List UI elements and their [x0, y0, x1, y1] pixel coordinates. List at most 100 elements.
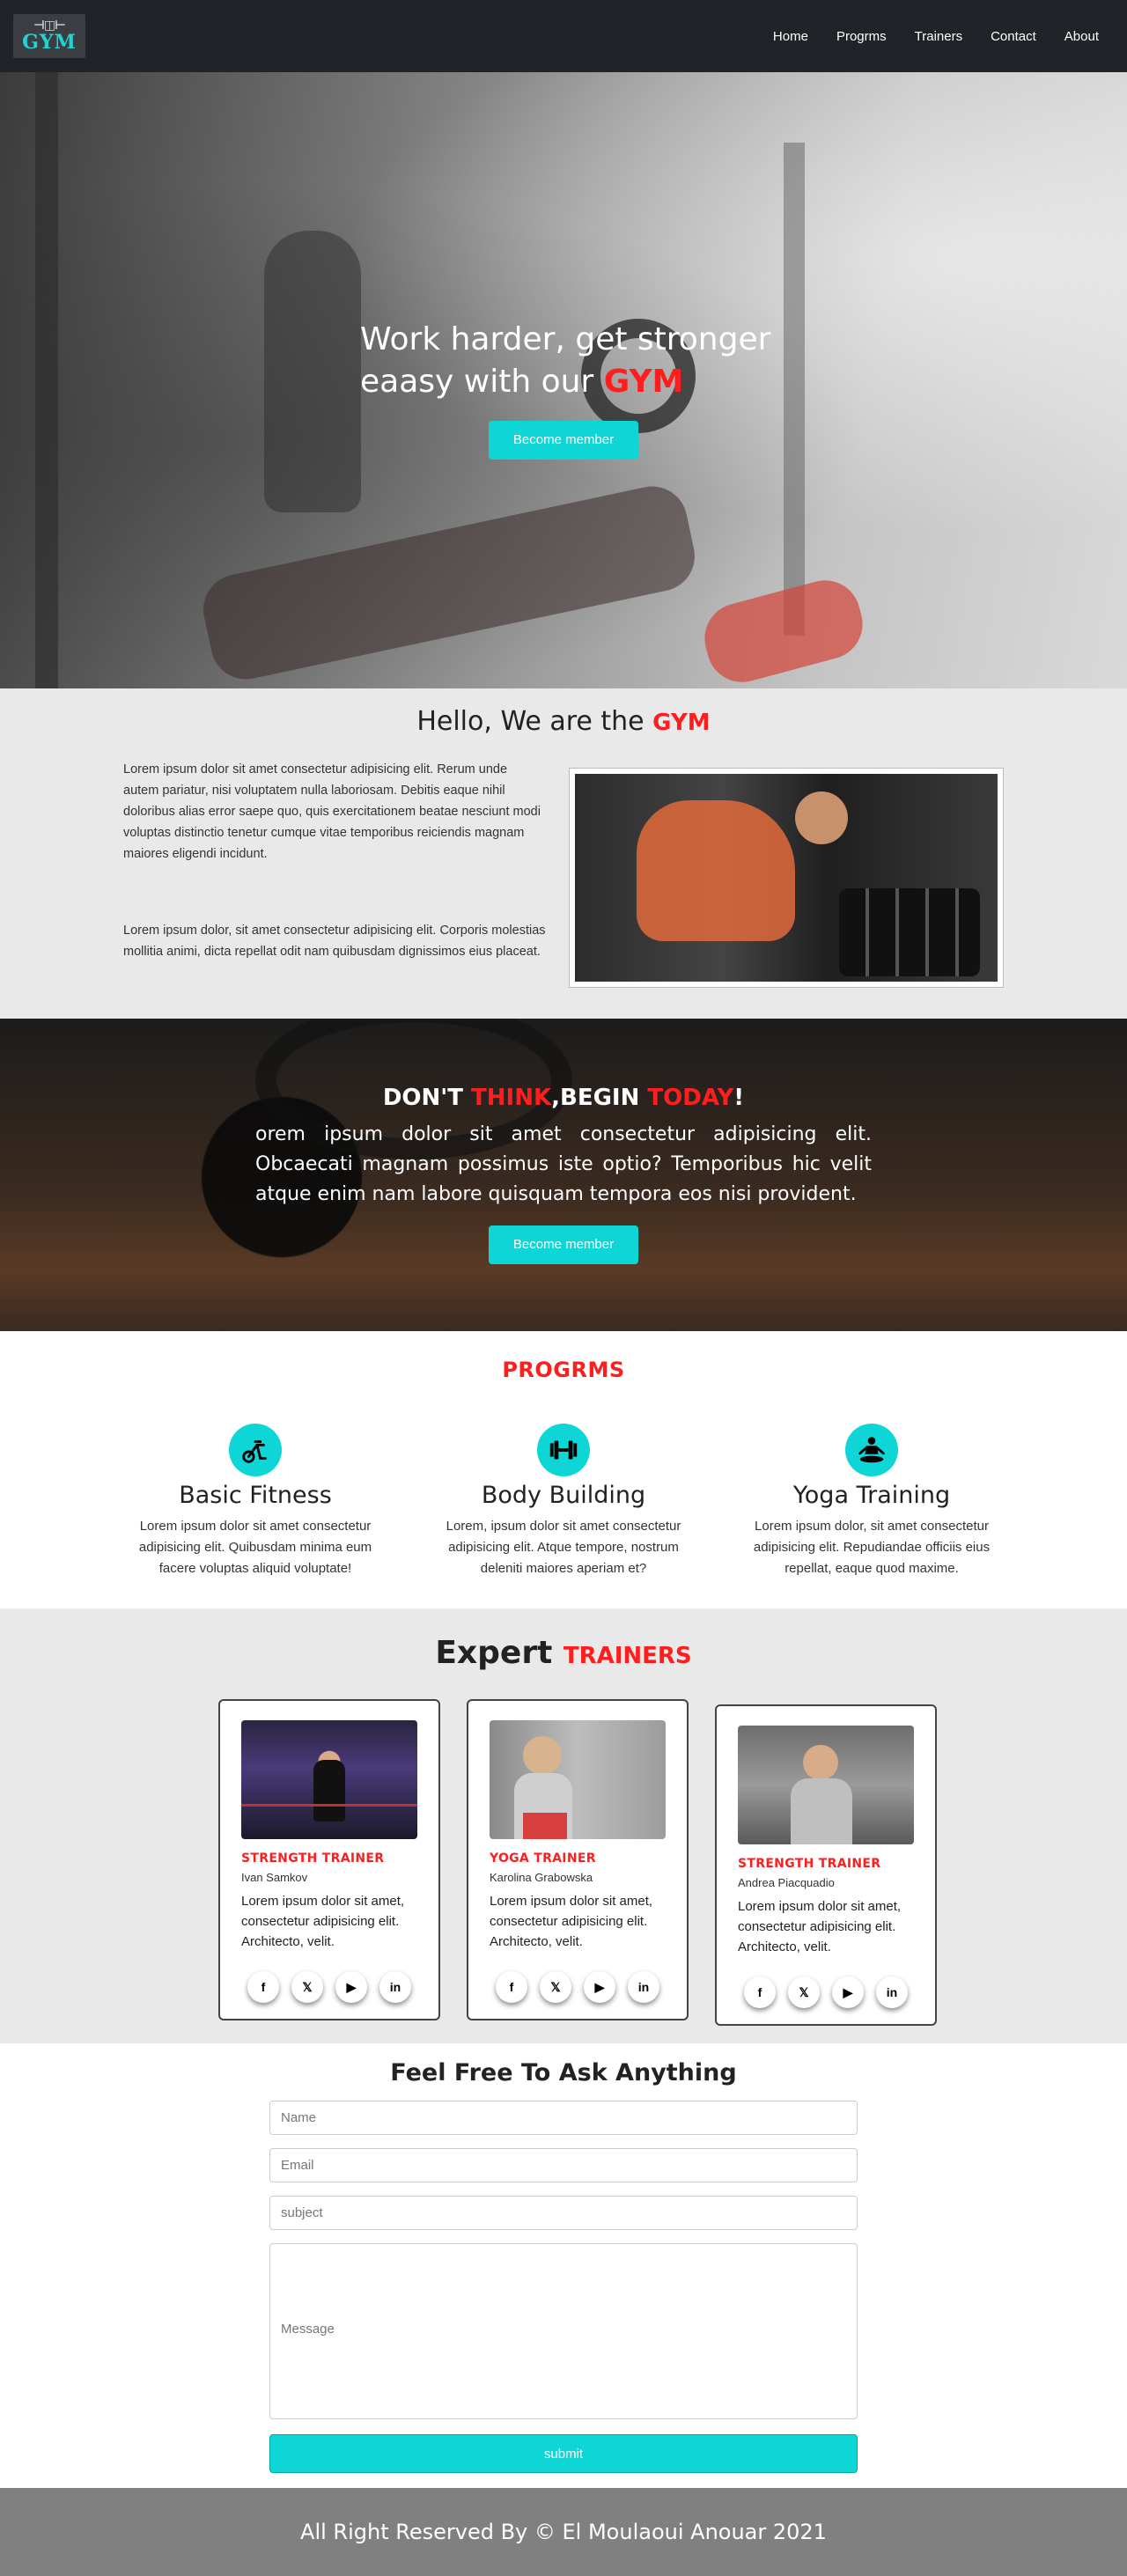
trainer-social-links: f 𝕏 ▶ in [738, 1976, 914, 2008]
trainer-social-links: f 𝕏 ▶ in [241, 1971, 417, 2003]
about-title-prefix: Hello, We are the [416, 706, 653, 737]
trainer-name: Andrea Piacquadio [738, 1876, 835, 1889]
logo-text: GYM [22, 31, 77, 54]
dumbbell-icon [537, 1424, 590, 1476]
motivation-title: DON'T THINK,BEGIN TODAY! [0, 1085, 1127, 1111]
facebook-icon[interactable]: f [496, 1971, 527, 2003]
trainer-social-links: f 𝕏 ▶ in [490, 1971, 666, 2003]
trainer-name: Karolina Grabowska [490, 1871, 593, 1884]
youtube-icon[interactable]: ▶ [832, 1976, 864, 2008]
program-name: Basic Fitness [179, 1482, 332, 1509]
program-description: Lorem ipsum dolor sit amet consectetur a… [138, 1519, 372, 1576]
trainer-name: Ivan Samkov [241, 1871, 308, 1884]
youtube-icon[interactable]: ▶ [335, 1971, 367, 2003]
hero-become-member-button[interactable]: Become member [489, 421, 638, 460]
nav-link-about[interactable]: About [1064, 29, 1099, 44]
motivation-title-accent: THINK [471, 1085, 552, 1111]
submit-button[interactable]: submit [269, 2434, 858, 2473]
hero-background-machine [35, 72, 58, 688]
motivation-title-accent: TODAY [647, 1085, 734, 1111]
footer: All Right Reserved By © El Moulaoui Anou… [0, 2488, 1127, 2576]
twitter-icon[interactable]: 𝕏 [540, 1971, 571, 2003]
motivation-title-part: DON'T [382, 1085, 472, 1111]
program-name: Body Building [481, 1482, 646, 1509]
contact-section: Feel Free To Ask Anything submit [0, 2043, 1127, 2488]
trainers-title-accent: TRAINERS [563, 1643, 692, 1669]
nav-links: Home Progrms Trainers Contact About [773, 29, 1099, 44]
hero-title-accent: GYM [603, 364, 684, 400]
about-photo-image [575, 774, 998, 982]
motivation-become-member-button[interactable]: Become member [489, 1225, 638, 1264]
program-card: Yoga Training Lorem ipsum dolor, sit ame… [748, 1424, 995, 1579]
footer-copyright: All Right Reserved By © El Moulaoui Anou… [300, 2520, 827, 2544]
motivation-title-part: ,BEGIN [551, 1085, 648, 1111]
about-photo-athlete [637, 800, 795, 941]
trainer-card: STRENGTH TRAINER Ivan Samkov Lorem ipsum… [218, 1699, 440, 2020]
trainer-role: STRENGTH TRAINER [738, 1857, 881, 1871]
subject-input[interactable] [269, 2196, 858, 2230]
facebook-icon[interactable]: f [247, 1971, 279, 2003]
nav-link-programs[interactable]: Progrms [836, 29, 887, 44]
about-photo-weights [839, 888, 980, 976]
trainer-photo [738, 1726, 914, 1844]
program-description: Lorem ipsum dolor, sit amet consectetur … [753, 1519, 991, 1576]
about-photo-athlete-head [795, 791, 848, 844]
hero-content: Work harder, get stronger eaasy with our… [360, 319, 783, 460]
navbar: ⊣◫⊢ GYM Home Progrms Trainers Contact Ab… [0, 0, 1127, 72]
twitter-icon[interactable]: 𝕏 [291, 1971, 323, 2003]
hero-title: Work harder, get stronger eaasy with our… [360, 319, 783, 403]
hero-background-person [264, 231, 361, 512]
trainers-title: Expert TRAINERS [0, 1608, 1127, 1671]
trainer-card: YOGA TRAINER Karolina Grabowska Lorem ip… [467, 1699, 689, 2020]
trainer-role: STRENGTH TRAINER [241, 1851, 385, 1866]
program-card: Basic Fitness Lorem ipsum dolor sit amet… [132, 1424, 379, 1579]
hero-title-line1: Work harder, get stronger [360, 321, 771, 357]
nav-link-home[interactable]: Home [773, 29, 808, 44]
hero-title-line2: eaasy with our [360, 364, 604, 400]
email-input[interactable] [269, 2148, 858, 2182]
nav-link-trainers[interactable]: Trainers [915, 29, 962, 44]
motivation-title-part: ! [733, 1085, 745, 1111]
linkedin-icon[interactable]: in [379, 1971, 411, 2003]
program-card: Body Building Lorem, ipsum dolor sit ame… [440, 1424, 687, 1579]
motivation-section: DON'T THINK,BEGIN TODAY! orem ipsum dolo… [0, 1019, 1127, 1331]
hero-background-athlete [696, 572, 871, 688]
trainer-role: YOGA TRAINER [490, 1851, 596, 1866]
hero-section: Work harder, get stronger eaasy with our… [0, 72, 1127, 688]
about-section: Hello, We are the GYM Lorem ipsum dolor … [0, 688, 1127, 1019]
about-title: Hello, We are the GYM [0, 688, 1127, 737]
trainer-description: Lorem ipsum dolor sit amet, consectetur … [738, 1899, 902, 1954]
youtube-icon[interactable]: ▶ [584, 1971, 615, 2003]
name-input[interactable] [269, 2101, 858, 2135]
about-photo [569, 768, 1004, 988]
linkedin-icon[interactable]: in [628, 1971, 659, 2003]
dumbbell-logo-icon: ⊣◫⊢ [33, 18, 66, 33]
programs-list: Basic Fitness Lorem ipsum dolor sit amet… [0, 1424, 1127, 1579]
program-name: Yoga Training [792, 1482, 951, 1509]
trainers-section: Expert TRAINERS STRENGTH TRAINER Ivan Sa… [0, 1608, 1127, 2043]
logo[interactable]: ⊣◫⊢ GYM [13, 14, 85, 58]
hero-background-bench [196, 480, 702, 686]
linkedin-icon[interactable]: in [876, 1976, 908, 2008]
trainer-photo [241, 1720, 417, 1839]
nav-link-contact[interactable]: Contact [991, 29, 1036, 44]
motivation-text: orem ipsum dolor sit amet consectetur ad… [255, 1123, 872, 1205]
meditation-icon [845, 1424, 898, 1476]
about-title-accent: GYM [652, 710, 711, 736]
programs-section: PROGRMS Basic Fitness Lorem ipsum dolor … [0, 1331, 1127, 1608]
program-description: Lorem, ipsum dolor sit amet consectetur … [446, 1519, 681, 1576]
trainer-photo [490, 1720, 666, 1839]
trainer-description: Lorem ipsum dolor sit amet, consectetur … [241, 1894, 405, 1949]
trainer-description: Lorem ipsum dolor sit amet, consectetur … [490, 1894, 653, 1949]
exercise-bike-icon [229, 1424, 282, 1476]
trainer-card: STRENGTH TRAINER Andrea Piacquadio Lorem… [715, 1704, 937, 2026]
facebook-icon[interactable]: f [744, 1976, 776, 2008]
message-textarea[interactable] [269, 2243, 858, 2419]
contact-title: Feel Free To Ask Anything [390, 2059, 737, 2087]
trainers-title-prefix: Expert [435, 1635, 564, 1671]
hero-background-machine [784, 143, 805, 636]
about-paragraph: Lorem ipsum dolor sit amet consectetur a… [123, 762, 541, 861]
twitter-icon[interactable]: 𝕏 [788, 1976, 820, 2008]
about-paragraph: Lorem ipsum dolor, sit amet consectetur … [123, 924, 546, 959]
programs-title: PROGRMS [502, 1358, 625, 1382]
